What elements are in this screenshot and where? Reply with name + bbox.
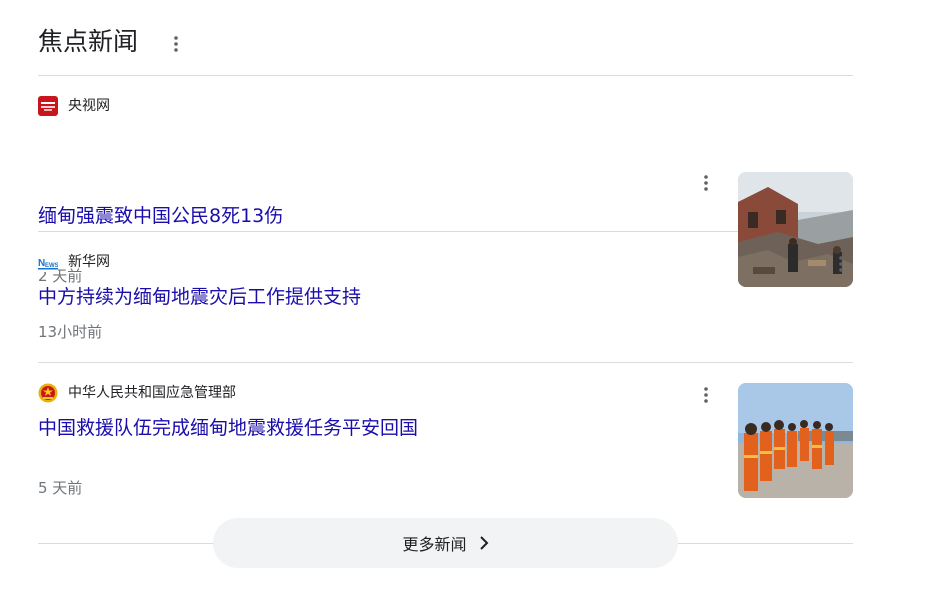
news-source: 中华人民共和国应急管理部 [38, 383, 236, 403]
section-title: 焦点新闻 [38, 27, 139, 56]
more-news-button[interactable]: 更多新闻 [213, 518, 678, 568]
more-news-label: 更多新闻 [402, 535, 467, 554]
more-vert-icon [704, 175, 708, 191]
more-vert-icon [839, 256, 843, 272]
source-name: 中华人民共和国应急管理部 [68, 385, 236, 401]
news-headline-link[interactable]: 中国救援队伍完成缅甸地震救援任务平安回国 [38, 415, 418, 441]
more-news-row: 更多新闻 [38, 518, 853, 568]
news-item[interactable]: N EWS 新华网 中方持续为缅甸地震灾后工作提供支持 13小时前 [38, 232, 853, 363]
top-stories-panel: 焦点新闻 央视网 缅甸强震致中国公民8死13伤 2 天前 N EWS 新华网 中… [38, 0, 853, 518]
rescue-team-photo[interactable] [738, 383, 853, 498]
chevron-right-icon [479, 536, 488, 550]
more-vert-icon [174, 36, 178, 52]
news-source: 央视网 [38, 96, 110, 116]
item-menu-button[interactable] [694, 383, 718, 407]
more-vert-icon [704, 387, 708, 403]
item-menu-button[interactable] [694, 171, 718, 195]
national-emblem-icon [38, 383, 58, 403]
item-menu-button[interactable] [829, 252, 853, 276]
news-source: N EWS 新华网 [38, 252, 110, 272]
news-headline-link[interactable]: 中方持续为缅甸地震灾后工作提供支持 [38, 284, 361, 310]
cctv-logo-icon [38, 96, 58, 116]
section-menu-button[interactable] [164, 32, 188, 56]
section-header: 焦点新闻 [38, 0, 853, 76]
news-item[interactable]: 中华人民共和国应急管理部 中国救援队伍完成缅甸地震救援任务平安回国 5 天前 [38, 363, 853, 518]
source-name: 新华网 [68, 254, 110, 270]
news-item[interactable]: 央视网 缅甸强震致中国公民8死13伤 2 天前 [38, 76, 853, 287]
news-time: 13小时前 [38, 323, 103, 341]
news-headline-link[interactable]: 缅甸强震致中国公民8死13伤 [38, 203, 283, 229]
source-name: 央视网 [68, 98, 110, 114]
news-time: 5 天前 [38, 479, 83, 497]
xinhua-news-logo-icon: N EWS [38, 252, 58, 272]
